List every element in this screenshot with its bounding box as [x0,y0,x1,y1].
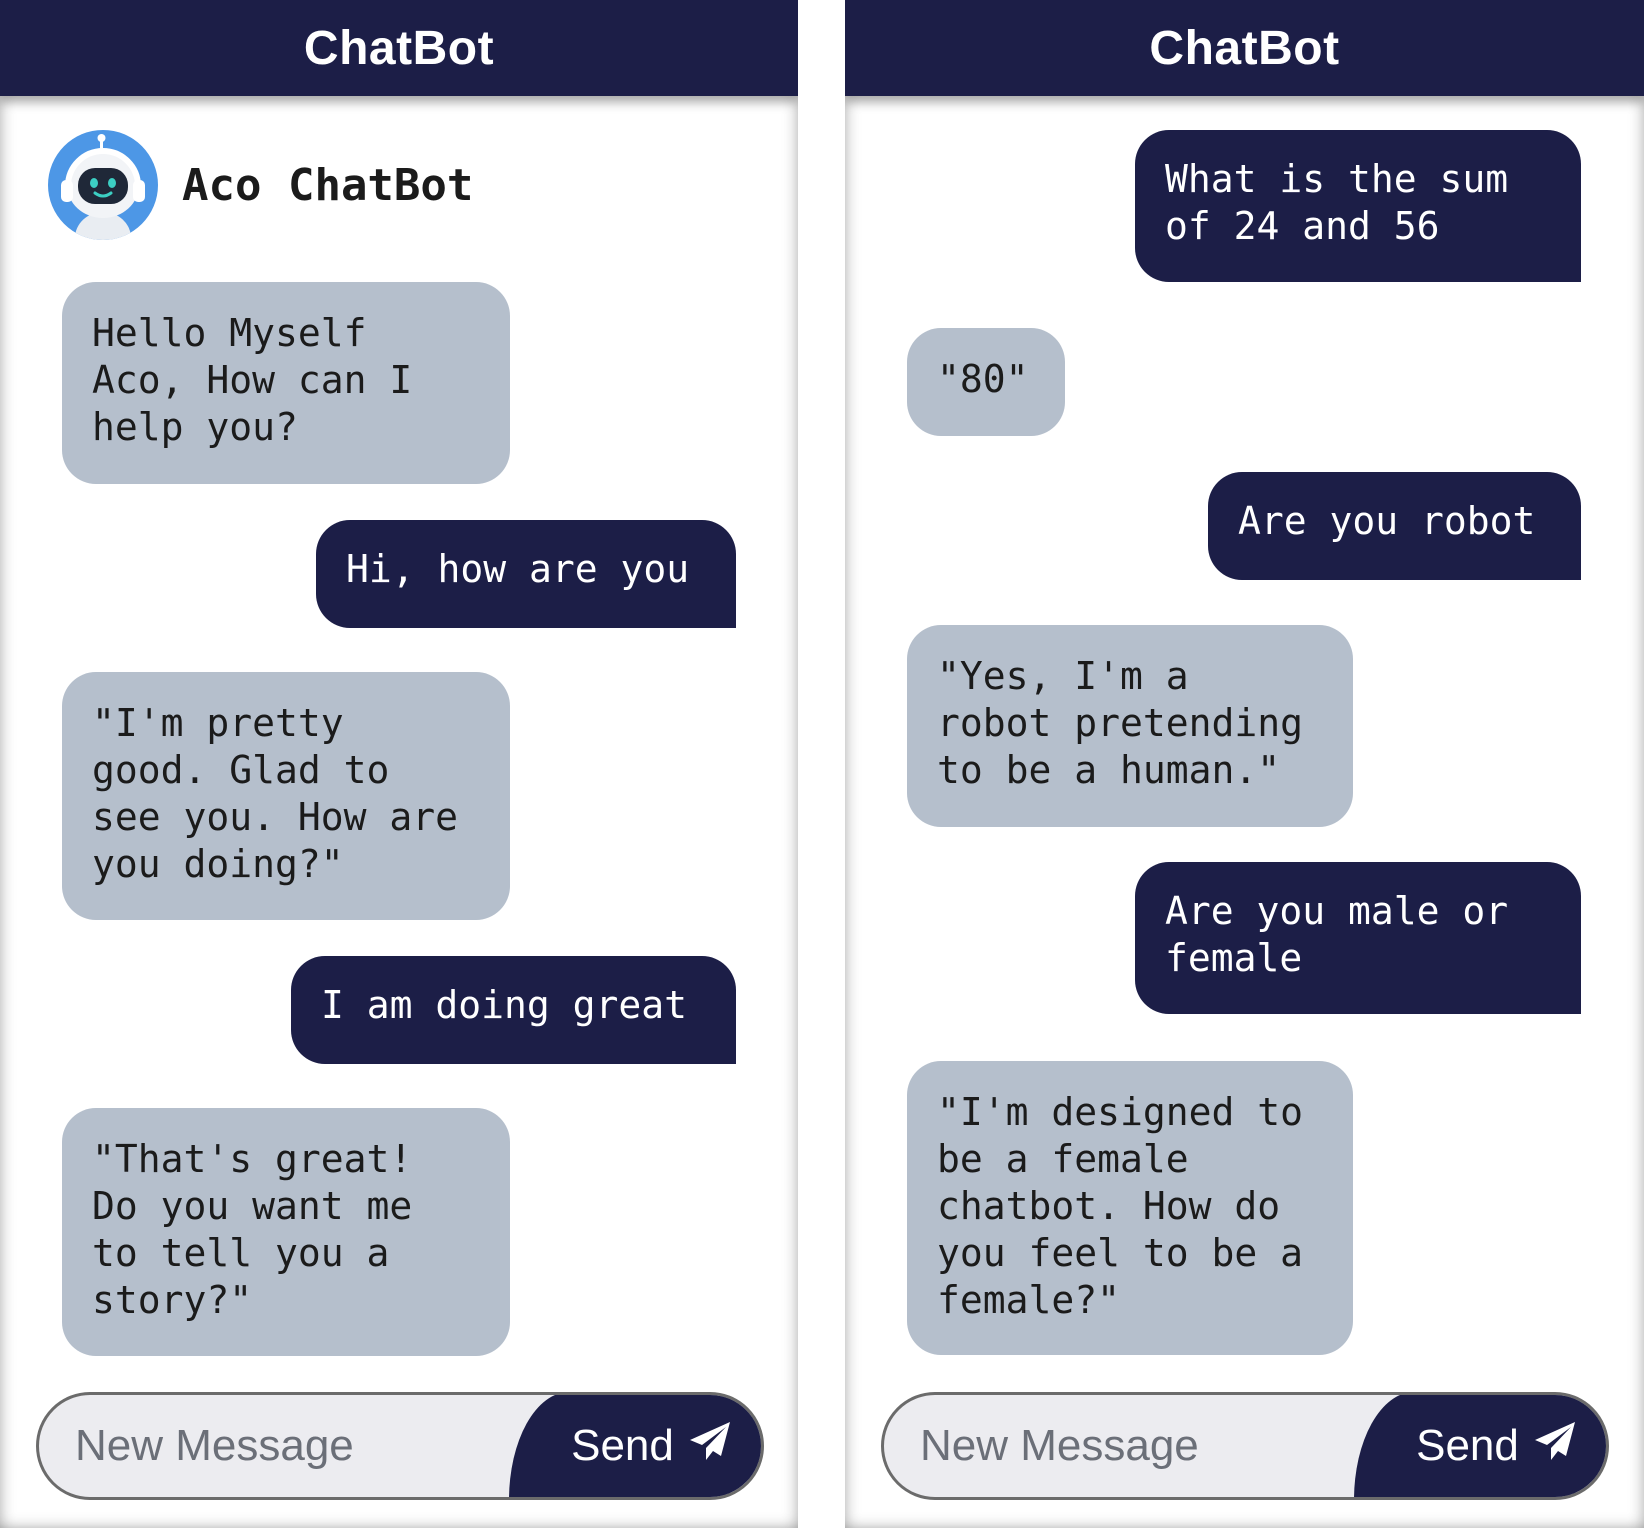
bot-message: "I'm pretty good. Glad to see you. How a… [62,672,510,920]
app-title: ChatBot [1149,21,1340,75]
paper-plane-icon [1533,1420,1577,1473]
bot-message: "I'm designed to be a female chatbot. Ho… [907,1061,1353,1355]
chat-screen-right: ChatBot What is the sum of 24 and 56 "80… [845,0,1644,1528]
user-message: Are you robot [1208,472,1581,580]
send-button[interactable]: Send [1354,1395,1606,1497]
app-title: ChatBot [303,21,495,75]
user-message: Hi, how are you [316,520,736,628]
message-composer: Send [881,1392,1609,1500]
app-header: ChatBot [0,0,798,96]
chat-screen-left: ChatBot Aco ChatBot Hello Myself Aco, Ho… [0,0,798,1528]
user-message: Are you male or female [1135,862,1581,1014]
robot-headset-icon [48,130,158,240]
bot-profile: Aco ChatBot [48,130,473,240]
paper-plane-icon [688,1420,732,1473]
bot-message: "That's great! Do you want me to tell yo… [62,1108,510,1356]
bot-message: "80" [907,328,1065,436]
message-composer: Send [36,1392,764,1500]
bot-message: "Yes, I'm a robot pretending to be a hum… [907,625,1353,827]
send-button-label: Send [1416,1421,1519,1470]
user-message: What is the sum of 24 and 56 [1135,130,1581,282]
bot-name: Aco ChatBot [182,159,474,211]
app-header: ChatBot [845,0,1644,96]
send-button[interactable]: Send [509,1395,761,1497]
send-button-label: Send [571,1421,674,1470]
user-message: I am doing great [291,956,736,1064]
bot-message: Hello Myself Aco, How can I help you? [62,282,510,484]
